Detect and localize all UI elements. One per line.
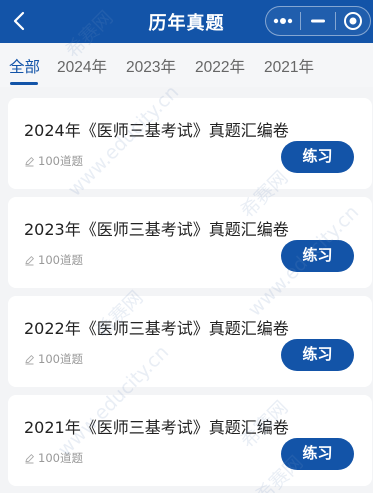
active-tab-indicator [10,82,38,85]
exam-card[interactable]: 2023年《医师三基考试》真题汇编卷 100道题 练习 [8,197,372,288]
question-count: 100道题 [24,153,83,169]
question-count: 100道题 [24,450,83,466]
exam-card[interactable]: 2022年《医师三基考试》真题汇编卷 100道题 练习 [8,296,372,387]
exam-title: 2022年《医师三基考试》真题汇编卷 [24,319,289,338]
pencil-icon [25,255,35,265]
question-count: 100道题 [24,252,83,268]
pencil-icon [25,156,35,166]
tab-2024[interactable]: 2024年 [57,55,107,77]
practice-button[interactable]: 练习 [281,339,354,371]
year-tab-bar: 全部 2024年 2023年 2022年 2021年 [0,43,373,87]
exam-title: 2024年《医师三基考试》真题汇编卷 [24,121,289,140]
tab-all[interactable]: 全部 [9,55,40,77]
nav-bar: 历年真题 [0,0,373,43]
question-count-label: 100道题 [38,154,83,168]
tab-2022[interactable]: 2022年 [195,55,245,77]
close-button[interactable] [336,7,370,35]
pencil-icon [25,453,35,463]
tab-2023[interactable]: 2023年 [126,55,176,77]
more-dots-icon [273,18,293,24]
tab-2021[interactable]: 2021年 [264,55,314,77]
practice-button[interactable]: 练习 [281,240,354,272]
mini-program-capsule [265,6,371,36]
question-count-label: 100道题 [38,451,83,465]
question-count: 100道题 [24,351,83,367]
question-count-label: 100道题 [38,352,83,366]
exam-card[interactable]: 2024年《医师三基考试》真题汇编卷 100道题 练习 [8,98,372,189]
target-close-icon [343,12,362,30]
exam-title: 2021年《医师三基考试》真题汇编卷 [24,418,289,437]
more-button[interactable] [266,7,300,35]
pencil-icon [25,354,35,364]
exam-card[interactable]: 2021年《医师三基考试》真题汇编卷 100道题 练习 [8,395,372,486]
practice-button[interactable]: 练习 [281,141,354,173]
minus-icon [310,19,325,23]
practice-button[interactable]: 练习 [281,438,354,470]
question-count-label: 100道题 [38,253,83,267]
exam-title: 2023年《医师三基考试》真题汇编卷 [24,220,289,239]
minimize-button[interactable] [301,7,335,35]
